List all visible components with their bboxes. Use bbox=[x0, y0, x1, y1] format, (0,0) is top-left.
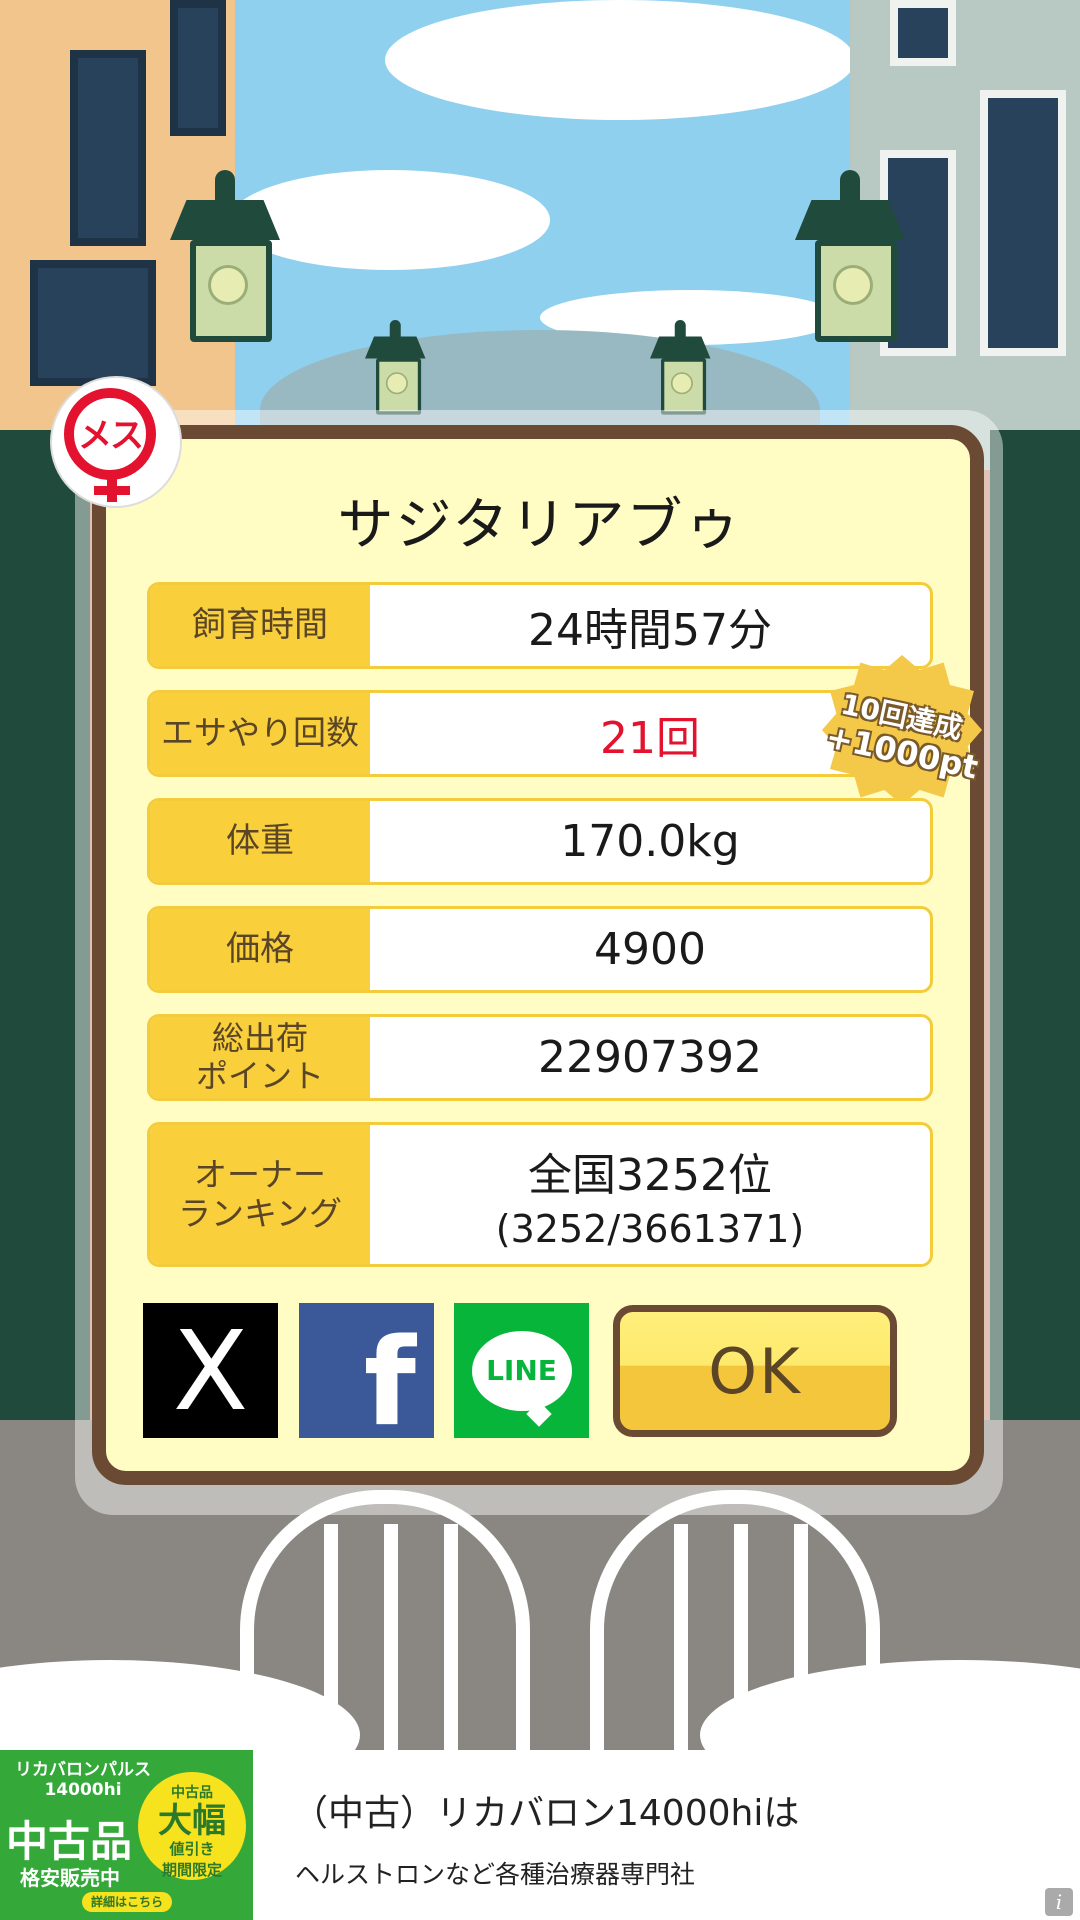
ad-discount-seal: 中古品 大幅 値引き 期間限定 bbox=[138, 1772, 246, 1880]
share-x-button[interactable]: X bbox=[143, 1303, 278, 1438]
stat-value: 22907392 bbox=[538, 1032, 762, 1083]
stat-value: 170.0kg bbox=[560, 816, 740, 867]
share-line-button[interactable]: LINE bbox=[454, 1303, 589, 1438]
ad-image[interactable]: リカバロンパルス 14000hi 中古品 格安販売中 中古品 大幅 値引き 期間… bbox=[0, 1750, 253, 1920]
street-lamp-small bbox=[365, 320, 426, 425]
share-facebook-button[interactable]: f bbox=[299, 1303, 434, 1453]
stat-value: 24時間57分 bbox=[528, 604, 772, 656]
street-lamp bbox=[795, 170, 905, 360]
stat-label: 体重 bbox=[150, 801, 370, 882]
line-logo-icon: LINE bbox=[471, 1330, 572, 1411]
ad-title[interactable]: （中古）リカバロン14000hiは bbox=[292, 1784, 799, 1836]
facebook-logo-icon: f bbox=[363, 1314, 416, 1453]
ad-image-product: リカバロンパルス 14000hi bbox=[15, 1760, 151, 1801]
stat-label: 総出荷 ポイント bbox=[150, 1017, 370, 1098]
stat-label: 価格 bbox=[150, 909, 370, 990]
x-logo-icon: X bbox=[172, 1306, 249, 1435]
street-lamp-small bbox=[650, 320, 711, 425]
stat-row-raising-time: 飼育時間 24時間57分 bbox=[147, 582, 933, 669]
ad-image-sub: 格安販売中 bbox=[20, 1866, 120, 1890]
stat-value: 4900 bbox=[594, 924, 706, 975]
stat-value: 全国3252位 (3252/3661371) bbox=[370, 1125, 930, 1264]
stat-row-owner-ranking: オーナー ランキング 全国3252位 (3252/3661371) bbox=[147, 1122, 933, 1267]
ranking-detail: (3252/3661371) bbox=[495, 1206, 805, 1251]
ad-details-button[interactable]: 詳細はこちら bbox=[82, 1892, 172, 1912]
cloud bbox=[385, 0, 855, 120]
pig-name: サジタリアブゥ bbox=[337, 493, 743, 558]
gender-label: メス bbox=[78, 416, 144, 456]
stat-row-total-shipping-points: 総出荷 ポイント 22907392 bbox=[147, 1014, 933, 1101]
stat-row-price: 価格 4900 bbox=[147, 906, 933, 993]
ad-banner[interactable]: リカバロンパルス 14000hi 中古品 格安販売中 中古品 大幅 値引き 期間… bbox=[0, 1750, 1080, 1920]
ranking-value: 全国3252位 bbox=[528, 1149, 772, 1201]
ad-image-headline: 中古品 bbox=[6, 1817, 133, 1866]
ad-description[interactable]: ヘルストロンなど各種治療器専門社 bbox=[295, 1855, 695, 1891]
gate-pillar-right bbox=[990, 430, 1080, 1420]
stat-label: オーナー ランキング bbox=[150, 1125, 370, 1264]
achievement-badge: 10回達成 +1000pt bbox=[822, 655, 982, 805]
ad-info-icon[interactable]: i bbox=[1045, 1888, 1073, 1916]
stat-label: エサやり回数 bbox=[150, 693, 370, 774]
ok-button[interactable]: OK bbox=[613, 1305, 897, 1437]
stat-row-weight: 体重 170.0kg bbox=[147, 798, 933, 885]
street-lamp bbox=[170, 170, 280, 360]
stat-label: 飼育時間 bbox=[150, 585, 370, 666]
